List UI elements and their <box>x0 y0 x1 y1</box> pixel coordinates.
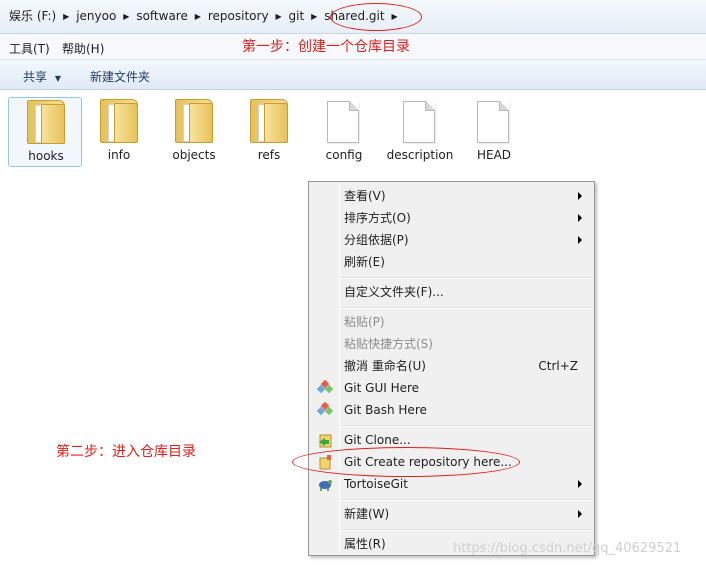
file-item-config[interactable]: config <box>307 97 381 167</box>
menu-item-git-bash[interactable]: Git Bash Here <box>311 399 592 421</box>
menu-item-paste: 粘贴(P) <box>311 311 592 333</box>
submenu-arrow-icon <box>578 480 582 488</box>
menu-item-paste-shortcut: 粘贴快捷方式(S) <box>311 333 592 355</box>
breadcrumb-git[interactable]: git <box>286 8 308 24</box>
menu-item-label: TortoiseGit <box>344 477 408 491</box>
file-name: HEAD <box>476 148 512 162</box>
folder-icon <box>175 99 213 143</box>
menu-item-label: 新建(W) <box>344 507 390 521</box>
menu-item-undo-rename[interactable]: 撤消 重命名(U) Ctrl+Z <box>311 355 592 377</box>
menu-item-view[interactable]: 查看(V) <box>311 185 592 207</box>
menu-separator <box>342 425 592 427</box>
menu-help[interactable]: 帮助(H) <box>62 40 104 57</box>
folder-icon <box>100 99 138 143</box>
menu-item-label: 粘贴快捷方式(S) <box>344 337 433 351</box>
menu-item-new[interactable]: 新建(W) <box>311 503 592 525</box>
file-item-description[interactable]: description <box>383 97 457 167</box>
file-item-objects[interactable]: objects <box>157 97 231 167</box>
menu-item-group[interactable]: 分组依据(P) <box>311 229 592 251</box>
context-menu: 查看(V) 排序方式(O) 分组依据(P) 刷新(E) 自定义文件夹(F)...… <box>308 181 595 556</box>
breadcrumb-drive[interactable]: 娱乐 (F:) <box>6 8 59 24</box>
menu-tools[interactable]: 工具(T) <box>9 40 50 57</box>
command-bar: 共享 ▼ 新建文件夹 <box>0 60 706 90</box>
menu-separator <box>342 529 592 531</box>
menu-item-label: 排序方式(O) <box>344 211 411 225</box>
chevron-right-icon[interactable]: ▶ <box>119 12 133 21</box>
submenu-arrow-icon <box>578 192 582 200</box>
menu-item-label: Git Bash Here <box>344 403 427 417</box>
menu-item-label: 属性(R) <box>344 537 386 551</box>
file-icon <box>327 101 359 143</box>
annotation-step1: 第一步：创建一个仓库目录 <box>242 39 410 55</box>
file-item-hooks[interactable]: hooks <box>8 97 82 167</box>
share-label: 共享 <box>23 70 48 84</box>
chevron-right-icon[interactable]: ▶ <box>307 12 321 21</box>
menu-item-sort[interactable]: 排序方式(O) <box>311 207 592 229</box>
annotation-ellipse-git-create <box>292 447 520 477</box>
file-name: objects <box>172 148 216 162</box>
menu-item-shortcut: Ctrl+Z <box>538 359 578 373</box>
submenu-arrow-icon <box>578 214 582 222</box>
menu-item-label: Git GUI Here <box>344 381 420 395</box>
file-name: config <box>325 148 363 162</box>
menu-separator <box>342 277 592 279</box>
tortoisegit-icon <box>319 480 332 491</box>
share-button[interactable]: 共享 ▼ <box>23 68 61 85</box>
menu-separator <box>342 307 592 309</box>
new-folder-button[interactable]: 新建文件夹 <box>90 68 150 85</box>
file-name: refs <box>257 148 281 162</box>
menu-item-label: 粘贴(P) <box>344 315 385 329</box>
file-name: info <box>107 148 131 162</box>
menu-item-label: 自定义文件夹(F)... <box>344 285 444 299</box>
dropdown-arrow-icon: ▼ <box>54 74 61 83</box>
file-name: hooks <box>28 149 64 163</box>
menu-item-refresh[interactable]: 刷新(E) <box>311 251 592 273</box>
menu-item-label: 刷新(E) <box>344 255 385 269</box>
file-name: description <box>386 148 454 162</box>
git-clone-icon <box>319 434 332 448</box>
file-item-head[interactable]: HEAD <box>457 97 531 167</box>
annotation-step2: 第二步：进入仓库目录 <box>56 444 196 460</box>
menu-item-tortoisegit[interactable]: TortoiseGit <box>311 473 592 495</box>
menu-separator <box>342 499 592 501</box>
file-icon <box>477 101 509 143</box>
breadcrumb-jenyoo[interactable]: jenyoo <box>73 8 119 24</box>
chevron-right-icon[interactable]: ▶ <box>272 12 286 21</box>
folder-icon <box>27 100 65 144</box>
git-gui-icon <box>317 380 333 394</box>
file-item-refs[interactable]: refs <box>232 97 306 167</box>
watermark: https://blog.csdn.net/qq_40629521 <box>453 541 682 556</box>
menu-item-label: 撤消 重命名(U) <box>344 359 426 373</box>
menu-item-git-gui[interactable]: Git GUI Here <box>311 377 592 399</box>
menu-item-customize-folder[interactable]: 自定义文件夹(F)... <box>311 281 592 303</box>
explorer-window: 娱乐 (F:) ▶ jenyoo ▶ software ▶ repository… <box>0 0 706 567</box>
submenu-arrow-icon <box>578 236 582 244</box>
annotation-ellipse-shared-git <box>330 3 422 31</box>
file-icon <box>403 101 435 143</box>
file-item-info[interactable]: info <box>82 97 156 167</box>
git-bash-icon <box>317 402 333 416</box>
folder-icon <box>250 99 288 143</box>
breadcrumb-repository[interactable]: repository <box>205 8 272 24</box>
menu-item-label: 分组依据(P) <box>344 233 409 247</box>
menu-item-label: Git Clone... <box>344 433 411 447</box>
menu-item-label: 查看(V) <box>344 189 386 203</box>
chevron-right-icon[interactable]: ▶ <box>59 12 73 21</box>
submenu-arrow-icon <box>578 510 582 518</box>
chevron-right-icon[interactable]: ▶ <box>191 12 205 21</box>
breadcrumb-software[interactable]: software <box>133 8 191 24</box>
